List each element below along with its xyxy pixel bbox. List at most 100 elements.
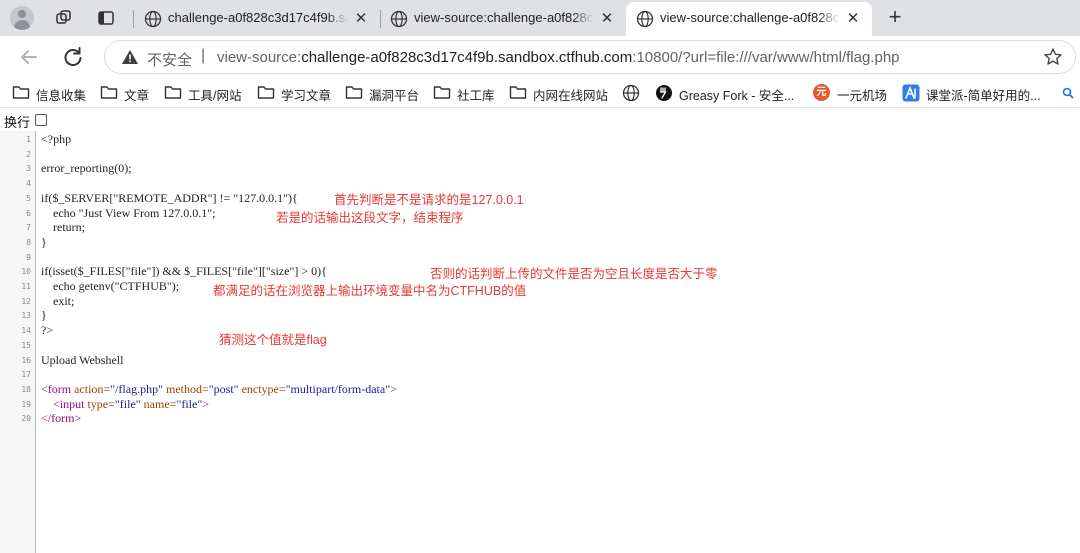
tab-title: challenge-a0f828c3d17c4f9b.sandbox.ctfhu…	[168, 10, 348, 25]
code-text: }	[41, 308, 47, 323]
tab-challenge[interactable]: challenge-a0f828c3d17c4f9b.sandbox.ctfhu…	[134, 2, 380, 36]
url-path: :10800/?url=file:///var/www/html/flag.ph…	[632, 49, 900, 66]
line-number: 4	[26, 179, 31, 189]
line-wrap-checkbox[interactable]	[35, 114, 47, 126]
url-text[interactable]: view-source:challenge-a0f828c3d17c4f9b.s…	[217, 49, 900, 66]
html-attr: type=	[87, 396, 115, 411]
line-number: 5	[26, 193, 31, 203]
code-text: ?>	[41, 323, 54, 338]
line-number: 20	[21, 414, 31, 424]
bookmark-label: 信息收集	[36, 89, 87, 103]
close-icon[interactable]: ✕	[352, 10, 370, 28]
line-number: 18	[21, 384, 31, 394]
code-text: echo getenv("CTFHUB");	[41, 279, 180, 293]
globe-icon	[636, 10, 654, 28]
html-attr: method=	[165, 381, 209, 396]
tab-view-source-1[interactable]: view-source:challenge-a0f828c3d17c4f9b ✕	[380, 2, 626, 36]
source-line: 2	[0, 147, 1080, 162]
html-tag: <form	[41, 381, 72, 396]
source-line: 8}	[0, 235, 1080, 250]
close-icon[interactable]: ✕	[844, 10, 862, 28]
code-text: echo "Just View From 127.0.0.1";	[41, 205, 216, 220]
code-text: if($_SERVER["REMOTE_ADDR"] != "127.0.0.1…	[41, 190, 298, 205]
bookmark-label: 课堂派-简单好用的...	[926, 89, 1041, 103]
bookmark-label: 社工库	[457, 89, 495, 103]
folder-icon	[345, 86, 363, 99]
code-text: <form action="/flag.php" method="post" e…	[41, 382, 397, 397]
line-number: 9	[26, 252, 31, 262]
line-number: 15	[21, 340, 31, 350]
globe-icon	[390, 10, 408, 28]
url-host: challenge-a0f828c3d17c4f9b.sandbox.ctfhu…	[301, 49, 633, 66]
line-number: 17	[21, 370, 31, 380]
line-number: 16	[21, 355, 31, 365]
tab-title: view-source:challenge-a0f828c3d17c4f9b	[414, 10, 594, 25]
tab-view-source-active[interactable]: view-source:challenge-a0f828c3d17c4f9b ✕	[626, 2, 872, 36]
bookmark-label: 内网在线网站	[533, 89, 609, 103]
new-tab-button[interactable]: +	[884, 6, 906, 28]
html-tag: <input	[53, 396, 85, 411]
code-text: exit;	[41, 293, 75, 308]
source-line: 7 return;	[0, 220, 1080, 235]
line-number: 2	[26, 149, 31, 159]
source-line: 19 <input type="file" name="file">	[0, 397, 1080, 412]
line-number: 1	[26, 135, 31, 144]
html-value: "post"	[208, 381, 239, 396]
back-icon[interactable]	[16, 44, 42, 70]
html-attr: action=	[74, 381, 111, 396]
folder-icon	[164, 86, 182, 99]
greasyfork-icon	[656, 85, 672, 101]
html-tag: >	[390, 381, 397, 396]
line-number: 3	[26, 164, 31, 174]
globe-icon	[622, 84, 640, 102]
close-icon[interactable]: ✕	[598, 10, 616, 28]
source-line: 5 if($_SERVER["REMOTE_ADDR"] != "127.0.0.…	[0, 191, 1080, 206]
line-number: 11	[21, 282, 31, 291]
orange-circle-icon: 元	[813, 84, 830, 101]
toolbar: 不安全 | view-source:challenge-a0f828c3d17c…	[0, 36, 1080, 78]
html-value: "multipart/form-data"	[285, 381, 391, 396]
folder-icon	[509, 86, 527, 99]
workspaces-icon[interactable]	[54, 8, 74, 28]
bookmark-label: 文章	[124, 89, 150, 103]
bookmark-label: 一元机场	[837, 89, 888, 103]
bookmark-label: Greasy Fork - 安全...	[679, 89, 795, 103]
code-text: </form>	[41, 411, 82, 426]
folder-icon	[100, 86, 118, 99]
html-attr: enctype=	[241, 381, 286, 396]
source-line: 16 Upload Webshell	[0, 353, 1080, 368]
code-text: Upload Webshell	[41, 352, 124, 367]
source-line: 20 </form>	[0, 411, 1080, 426]
html-value: "file"	[176, 396, 203, 411]
folder-icon	[12, 86, 30, 99]
vertical-tabs-icon[interactable]	[96, 8, 116, 28]
search-icon[interactable]	[1062, 87, 1074, 99]
html-value[interactable]: "/flag.php"	[110, 382, 163, 396]
line-wrap-bar: 换行	[0, 110, 1080, 130]
annotation-note: 首先判断是不是请求的是127.0.0.1	[334, 193, 524, 207]
html-value: "file"	[114, 396, 141, 411]
profile-avatar[interactable]	[10, 6, 34, 30]
line-number: 10	[21, 267, 31, 277]
annotation-note: 都满足的话在浏览器上输出环境变量中名为CTFHUB的值	[213, 284, 527, 298]
bookmark-label: 工具/网站	[188, 89, 242, 103]
globe-icon	[144, 10, 162, 28]
annotation-note: 若是的话输出这段文字，结束程序	[276, 211, 464, 225]
line-number: 6	[26, 208, 31, 218]
ketangpai-icon	[902, 84, 920, 102]
code-text: }	[41, 234, 47, 249]
line-wrap-label: 换行	[4, 115, 31, 130]
code-text: <?php	[41, 132, 72, 146]
source-line: 4	[0, 176, 1080, 191]
annotation-note: 猜测这个值就是flag	[219, 333, 327, 347]
warning-icon[interactable]	[121, 49, 139, 65]
line-number: 12	[21, 296, 31, 306]
line-number: 14	[21, 326, 31, 336]
line-number: 7	[26, 223, 31, 233]
star-icon[interactable]	[1043, 47, 1063, 67]
bookmark-label: 学习文章	[281, 89, 332, 103]
reload-icon[interactable]	[60, 44, 86, 70]
line-number: 13	[21, 311, 31, 321]
address-bar[interactable]: 不安全 | view-source:challenge-a0f828c3d17c…	[104, 40, 1076, 74]
not-secure-label[interactable]: 不安全	[147, 49, 192, 70]
